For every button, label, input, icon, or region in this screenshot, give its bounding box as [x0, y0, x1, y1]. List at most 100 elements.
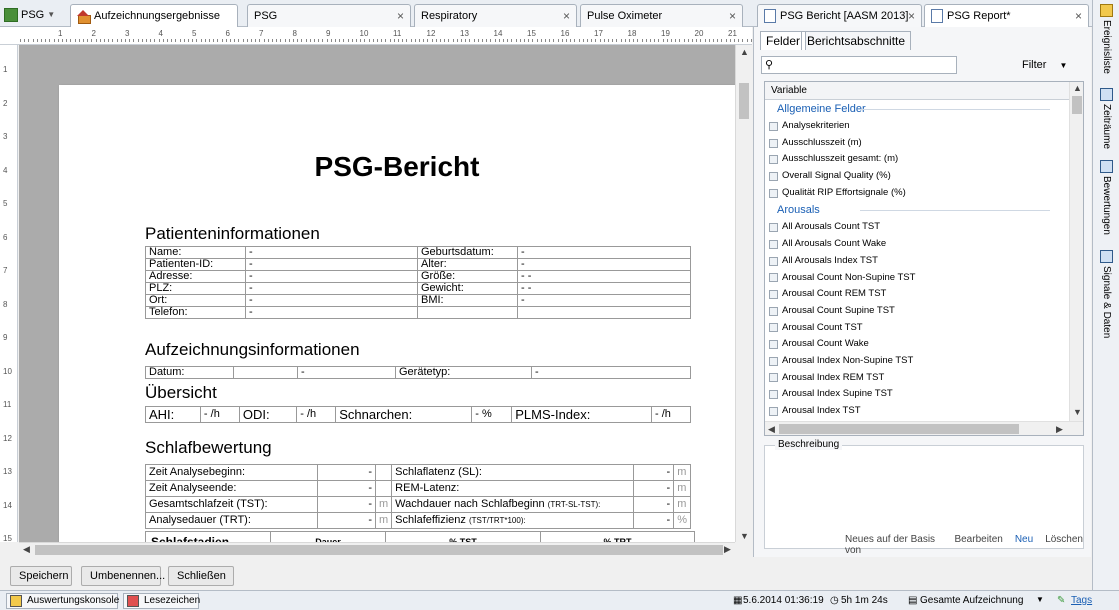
table-cell: % [673, 512, 691, 529]
sidebar-item-ereignisliste[interactable]: Ereignisliste [1093, 4, 1119, 74]
report-canvas[interactable]: PSG-Bericht Patienteninformationen Name:… [19, 45, 735, 542]
list-item[interactable]: Arousal Count REM TST [765, 286, 1070, 303]
list-item[interactable]: Arousal Count Supine TST [765, 303, 1070, 320]
side-panel-tabs: Ereignisliste Zeiträume Bewertungen Sign… [1092, 0, 1119, 610]
delete-link[interactable]: Löschen [1045, 534, 1083, 556]
tab-berichtsabschnitte[interactable]: Berichtsabschnitte [801, 31, 912, 50]
list-item[interactable]: Arousal Index TST [765, 403, 1070, 420]
sidebar-item-label: Bewertungen [1101, 176, 1112, 235]
list-vertical-scrollbar[interactable]: ▲ ▼ [1069, 82, 1083, 421]
scroll-thumb[interactable] [35, 545, 723, 555]
ruler-tick [364, 39, 366, 42]
list-item[interactable]: Overall Signal Quality (%) [765, 168, 1070, 185]
ruler-tick [528, 39, 530, 42]
list-item[interactable]: Arousal Index Non-Supine TST [765, 353, 1070, 370]
new-based-on-link[interactable]: Neues auf der Basis von [845, 534, 942, 556]
document-horizontal-scrollbar[interactable]: ◀ ▶ [19, 542, 735, 557]
edit-link[interactable]: Bearbeiten [954, 534, 1002, 556]
ruler-tick [330, 39, 332, 42]
scroll-thumb[interactable] [1072, 96, 1082, 114]
table-header: % TRT [540, 531, 695, 542]
scroll-thumb[interactable] [739, 83, 749, 119]
list-horizontal-scrollbar[interactable]: ◀ ▶ [765, 421, 1083, 435]
table-cell: Gewicht: [417, 282, 518, 295]
document-vertical-scrollbar[interactable]: ▲ ▼ [735, 45, 752, 542]
ruler-number: 5 [192, 29, 197, 38]
status-bar: Auswertungskonsole Lesezeichen ▦ 5.6.201… [0, 590, 1119, 610]
scroll-up-icon[interactable]: ▲ [1073, 83, 1082, 93]
field-icon [769, 256, 778, 266]
scroll-down-icon[interactable]: ▼ [1073, 407, 1082, 417]
scroll-down-icon[interactable]: ▼ [740, 531, 749, 541]
signals-icon [1100, 250, 1113, 263]
list-item[interactable]: Arousal Count TST [765, 320, 1070, 337]
list-item[interactable]: Arousal Index Supine TST [765, 386, 1070, 403]
ruler-tick [746, 39, 748, 42]
list-item[interactable]: Analysekriterien [765, 118, 1070, 135]
description-title: Beschreibung [775, 439, 843, 450]
list-item[interactable]: All Arousals Index TST [765, 253, 1070, 270]
ruler-tick [225, 39, 227, 42]
tab-psg-bericht-aasm[interactable]: PSG Bericht [AASM 2013] × [757, 4, 922, 27]
chevron-down-icon[interactable]: ▼ [1036, 595, 1044, 604]
field-icon [769, 323, 778, 333]
close-icon[interactable]: × [729, 9, 736, 23]
ruler-tick [620, 39, 622, 42]
table-cell: Größe: [417, 270, 518, 283]
ruler-tick [498, 39, 500, 42]
sidebar-item-signale-daten[interactable]: Signale & Daten [1093, 250, 1119, 338]
rename-button[interactable]: Umbenennen... [81, 566, 165, 586]
list-item[interactable]: Ausschlusszeit (m) [765, 135, 1070, 152]
ruler-tick [578, 39, 580, 42]
tags-link[interactable]: Tags [1071, 595, 1092, 606]
clock-icon: ◷ [830, 595, 839, 606]
scroll-thumb[interactable] [779, 424, 1019, 434]
list-item[interactable]: Arousal Index REM TST [765, 370, 1070, 387]
ruler-number: 16 [560, 29, 570, 38]
scroll-left-icon[interactable]: ◀ [23, 544, 30, 555]
field-icon [769, 121, 778, 131]
new-link[interactable]: Neu [1015, 534, 1033, 556]
scroll-right-icon[interactable]: ▶ [1056, 424, 1063, 435]
ruler-tick [200, 39, 202, 42]
tab-pulse-oximeter[interactable]: Pulse Oximeter × [580, 4, 743, 27]
list-item[interactable]: Arousal Count Wake [765, 336, 1070, 353]
filter-dropdown[interactable]: Filter ▼ [1022, 59, 1067, 71]
bookmarks-button[interactable]: Lesezeichen [123, 593, 200, 609]
ruler-tick [381, 39, 383, 42]
tab-aufzeichnungsergebnisse[interactable]: Aufzeichnungsergebnisse [70, 4, 238, 27]
tab-respiratory[interactable]: Respiratory × [414, 4, 577, 27]
close-icon[interactable]: × [1075, 9, 1082, 23]
group-header[interactable]: Allgemeine Felder [765, 100, 1070, 118]
scroll-left-icon[interactable]: ◀ [768, 424, 775, 435]
scroll-right-icon[interactable]: ▶ [724, 544, 731, 555]
sidebar-item-bewertungen[interactable]: Bewertungen [1093, 160, 1119, 235]
close-icon[interactable]: × [397, 9, 404, 23]
list-item[interactable]: Arousal Count Non-Supine TST [765, 270, 1070, 287]
tab-psg-report[interactable]: PSG Report* × [924, 4, 1089, 27]
range-selector[interactable]: Gesamte Aufzeichnung [920, 595, 1023, 606]
list-item[interactable]: Qualität RIP Effortsignale (%) [765, 185, 1070, 202]
sidebar-item-zeitraeume[interactable]: Zeiträume [1093, 88, 1119, 149]
list-item[interactable]: Ausschlusszeit gesamt: (m) [765, 151, 1070, 168]
console-button[interactable]: Auswertungskonsole [6, 593, 119, 609]
ruler-number: 15 [527, 29, 536, 38]
vertical-ruler: 1 2 3 4 5 6 7 8 9 10 11 12 13 14 15 [0, 45, 18, 542]
filter-input[interactable]: ⚲ [761, 56, 957, 74]
close-icon[interactable]: × [563, 9, 570, 23]
list-item[interactable]: All Arousals Count TST [765, 219, 1070, 236]
app-selector[interactable]: PSG ▼ [4, 6, 55, 23]
ruler-tick [87, 39, 89, 42]
close-icon[interactable]: × [908, 9, 915, 23]
group-header[interactable]: Arousals [765, 201, 1070, 219]
scroll-up-icon[interactable]: ▲ [740, 47, 749, 57]
ruler-number: 1 [58, 29, 63, 38]
tab-felder[interactable]: Felder [760, 31, 807, 50]
save-button[interactable]: Speichern [10, 566, 72, 586]
tab-psg[interactable]: PSG × [247, 4, 411, 27]
list-item[interactable]: All Arousals Count Wake [765, 236, 1070, 253]
ruler-tick [540, 39, 542, 42]
close-button[interactable]: Schließen [168, 566, 234, 586]
ruler-tick [45, 39, 47, 42]
field-icon [769, 171, 778, 181]
